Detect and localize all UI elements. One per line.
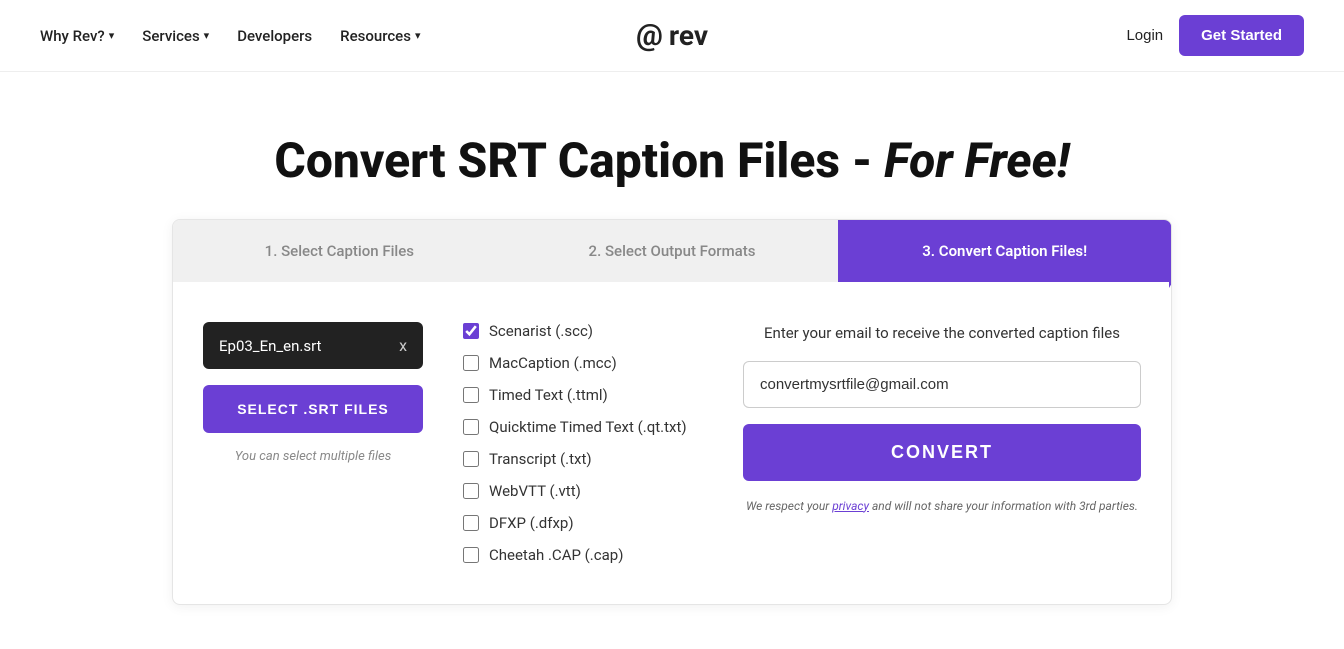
chevron-down-icon: ▾ — [109, 29, 115, 42]
format-item: Scenarist (.scc) — [463, 322, 703, 340]
format-item: Timed Text (.ttml) — [463, 386, 703, 404]
privacy-link[interactable]: privacy — [832, 499, 869, 513]
format-item: Transcript (.txt) — [463, 450, 703, 468]
format-list: Scenarist (.scc) MacCaption (.mcc) Timed T… — [463, 322, 703, 564]
nav-resources[interactable]: Resources ▾ — [340, 27, 420, 45]
logo-text: rev — [669, 19, 708, 52]
email-section: Enter your email to receive the converte… — [743, 322, 1141, 516]
steps-bar: 1. Select Caption Files 2. Select Output… — [173, 220, 1171, 282]
select-srt-button[interactable]: SELECT .SRT FILES — [203, 385, 423, 433]
file-section: Ep03_En_en.srt x SELECT .SRT FILES You c… — [203, 322, 423, 464]
nav-why-rev[interactable]: Why Rev? ▾ — [40, 27, 114, 45]
login-button[interactable]: Login — [1126, 27, 1163, 44]
format-item: Quicktime Timed Text (.qt.txt) — [463, 418, 703, 436]
get-started-button[interactable]: Get Started — [1179, 15, 1304, 56]
nav-left: Why Rev? ▾ Services ▾ Developers Resourc… — [40, 27, 420, 45]
email-label: Enter your email to receive the converte… — [764, 322, 1120, 345]
format-label: Scenarist (.scc) — [489, 322, 593, 340]
page-header: Convert SRT Caption Files - For Free! — [0, 72, 1344, 219]
main-card: 1. Select Caption Files 2. Select Output… — [172, 219, 1172, 605]
format-item: MacCaption (.mcc) — [463, 354, 703, 372]
step-2[interactable]: 2. Select Output Formats — [506, 220, 839, 282]
file-name: Ep03_En_en.srt — [219, 337, 321, 355]
file-chip: Ep03_En_en.srt x — [203, 322, 423, 369]
select-hint: You can select multiple files — [235, 449, 392, 464]
format-label: Cheetah .CAP (.cap) — [489, 546, 623, 564]
format-checkbox[interactable] — [463, 387, 479, 403]
format-checkbox[interactable] — [463, 451, 479, 467]
format-label: DFXP (.dfxp) — [489, 514, 574, 532]
format-label: Timed Text (.ttml) — [489, 386, 608, 404]
privacy-note: We respect your privacy and will not sha… — [746, 497, 1138, 516]
nav-right: Login Get Started — [1126, 15, 1304, 56]
format-label: MacCaption (.mcc) — [489, 354, 617, 372]
chevron-down-icon: ▾ — [415, 29, 421, 42]
format-item: DFXP (.dfxp) — [463, 514, 703, 532]
page-title: Convert SRT Caption Files - For Free! — [20, 132, 1324, 189]
format-checkbox[interactable] — [463, 419, 479, 435]
email-input[interactable] — [743, 361, 1141, 408]
format-label: Transcript (.txt) — [489, 450, 592, 468]
navbar: Why Rev? ▾ Services ▾ Developers Resourc… — [0, 0, 1344, 72]
format-item: Cheetah .CAP (.cap) — [463, 546, 703, 564]
format-checkbox[interactable] — [463, 483, 479, 499]
format-checkbox[interactable] — [463, 547, 479, 563]
step-1[interactable]: 1. Select Caption Files — [173, 220, 506, 282]
format-checkbox[interactable] — [463, 515, 479, 531]
format-checkbox[interactable] — [463, 355, 479, 371]
format-item: WebVTT (.vtt) — [463, 482, 703, 500]
format-checkbox[interactable] — [463, 323, 479, 339]
site-logo[interactable]: @ rev — [636, 18, 708, 53]
nav-developers[interactable]: Developers — [237, 27, 312, 45]
remove-file-button[interactable]: x — [399, 336, 407, 355]
convert-button[interactable]: CONVERT — [743, 424, 1141, 481]
nav-services[interactable]: Services ▾ — [142, 27, 209, 45]
format-label: WebVTT (.vtt) — [489, 482, 581, 500]
chevron-down-icon: ▾ — [204, 29, 210, 42]
logo-icon: @ — [636, 18, 663, 53]
format-label: Quicktime Timed Text (.qt.txt) — [489, 418, 687, 436]
step-3[interactable]: 3. Convert Caption Files! — [838, 220, 1171, 282]
card-body: Ep03_En_en.srt x SELECT .SRT FILES You c… — [173, 282, 1171, 604]
